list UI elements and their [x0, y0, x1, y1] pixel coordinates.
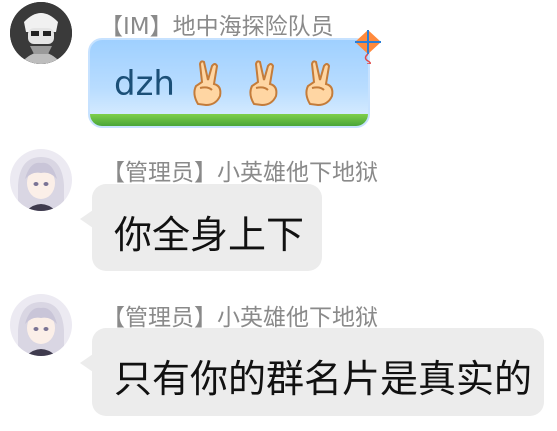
chat-message: 【管理员】小英雄他下地狱 只有你的群名片是真实的: [0, 290, 557, 425]
masked-character-avatar-icon: [10, 2, 72, 64]
anime-girl-avatar-icon: [10, 294, 72, 356]
message-bubble[interactable]: 只有你的群名片是真实的: [80, 328, 544, 416]
avatar[interactable]: [10, 294, 72, 356]
sender-name: 【IM】地中海探险队员: [100, 14, 334, 40]
message-bubble[interactable]: 你全身上下: [80, 184, 322, 271]
bubble-tail: [80, 354, 93, 372]
message-text: 你全身上下: [114, 213, 305, 257]
message-text: dzh: [114, 64, 175, 104]
victory-hand-icon: [193, 60, 222, 106]
avatar[interactable]: [10, 149, 72, 211]
sender-name: 【管理员】小英雄他下地狱: [102, 305, 378, 331]
avatar[interactable]: [10, 2, 72, 64]
bubble-grass-decoration: [90, 114, 368, 126]
chat-message: 【IM】地中海探险队员 dzh: [0, 0, 557, 140]
chat-message: 【管理员】小英雄他下地狱 你全身上下: [0, 145, 557, 275]
bubble-tail: [80, 210, 93, 228]
kite-icon: [355, 30, 381, 64]
victory-hand-icon: [249, 60, 278, 106]
message-bubble[interactable]: dzh: [88, 38, 370, 128]
anime-girl-avatar-icon: [10, 149, 72, 211]
message-text: 只有你的群名片是真实的: [114, 357, 533, 401]
sender-name: 【管理员】小英雄他下地狱: [102, 160, 378, 186]
victory-hand-icon: [305, 60, 334, 106]
